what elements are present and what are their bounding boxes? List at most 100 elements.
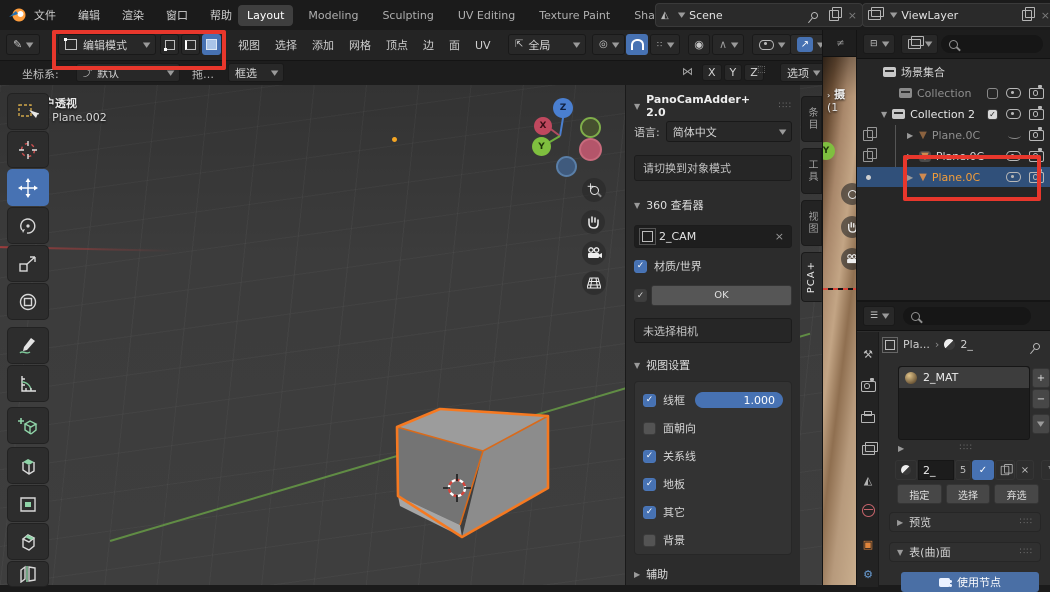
options-dropdown[interactable]: 选项▼ xyxy=(780,63,826,82)
grip-icon[interactable]: ∷∷ xyxy=(1020,547,1033,557)
edited-cube-mesh[interactable] xyxy=(380,400,560,545)
use-nodes-button[interactable]: 使用节点 xyxy=(901,572,1039,592)
active-tool-button[interactable]: ✎▼ xyxy=(6,34,40,55)
camera-view-button[interactable] xyxy=(582,241,606,265)
render-visibility-icon[interactable] xyxy=(1029,109,1044,120)
scene-name[interactable]: Scene xyxy=(689,9,806,22)
scene-selector[interactable]: ◭ ▼ Scene × xyxy=(655,3,863,27)
material-slot-list[interactable]: 2_MAT xyxy=(898,366,1030,440)
viewer-section-header[interactable]: ▼360 查看器 xyxy=(634,197,792,213)
menu-vertex[interactable]: 顶点 xyxy=(386,37,408,53)
tool-transform[interactable] xyxy=(7,283,49,320)
menu-help[interactable]: 帮助 xyxy=(210,7,232,23)
slot-specials-button[interactable]: ▼ xyxy=(1032,414,1050,434)
strip-header[interactable]: ≠ xyxy=(823,30,857,57)
menu-edge[interactable]: 边 xyxy=(423,37,434,53)
breadcrumb-material[interactable]: 2_ xyxy=(960,338,973,351)
hide-eye-icon[interactable] xyxy=(1006,88,1021,98)
addon-panel-header[interactable]: ▼ PanoCamAdder+ 2.0 ∷∷ xyxy=(634,93,792,119)
render-visibility-icon[interactable] xyxy=(1029,172,1044,183)
gizmo-x-neg-axis[interactable] xyxy=(579,138,602,161)
relationship-lines-checkbox[interactable]: ✓ xyxy=(643,450,656,463)
select-tool-dropdown[interactable]: 框选▼ xyxy=(228,63,284,82)
tool-loop-cut[interactable] xyxy=(7,561,49,587)
pivot-point-dropdown[interactable]: ◎▼ xyxy=(592,34,625,55)
tool-rotate[interactable] xyxy=(7,207,49,244)
select-button[interactable]: 选择 xyxy=(946,484,991,504)
proportional-editing-button[interactable]: ◉ xyxy=(688,34,710,55)
editor-type-dropdown[interactable]: ☰▼ xyxy=(863,306,895,326)
wireframe-checkbox[interactable]: ✓ xyxy=(643,394,656,407)
show-overlays-dropdown[interactable]: ▼ xyxy=(752,34,791,55)
exclude-checkbox[interactable] xyxy=(987,88,998,99)
ok-checkbox[interactable]: ✓ xyxy=(634,289,647,302)
outliner-display-mode-dropdown[interactable]: ⊟▼ xyxy=(863,34,895,54)
other-checkbox[interactable]: ✓ xyxy=(643,506,656,519)
strip-camera-button[interactable] xyxy=(841,248,857,270)
npanel-tab-pca[interactable]: PCA+ xyxy=(801,252,822,302)
row-plane-2[interactable]: ▶ ▼ Plane.0C xyxy=(857,146,1050,166)
mirror-x-button[interactable]: X xyxy=(702,64,722,81)
workspace-tab-modeling[interactable]: Modeling xyxy=(299,5,367,26)
tool-bevel[interactable] xyxy=(7,523,49,560)
npanel-tab-tool[interactable]: 工具 xyxy=(801,148,822,194)
gizmo-y-axis[interactable]: Y xyxy=(532,137,551,156)
surface-panel-header[interactable]: ▼ 表(曲)面 ∷∷ xyxy=(889,542,1041,562)
blender-logo-icon[interactable] xyxy=(8,6,28,24)
copy-icon[interactable] xyxy=(1022,10,1032,21)
pan-hand-button[interactable] xyxy=(581,210,605,234)
gizmo-x-axis[interactable]: X xyxy=(534,117,552,135)
close-icon[interactable]: × xyxy=(1041,9,1050,22)
menu-select[interactable]: 选择 xyxy=(275,37,297,53)
assign-button[interactable]: 指定 xyxy=(897,484,942,504)
preview-panel-header[interactable]: ▶ 预览 ∷∷ xyxy=(889,512,1041,532)
strip-gizmo-y-axis[interactable]: Y xyxy=(822,142,835,160)
tool-inset-faces[interactable] xyxy=(7,485,49,522)
view-settings-header[interactable]: ▼视图设置 xyxy=(634,357,792,373)
select-mode-face-button[interactable] xyxy=(202,34,221,55)
hide-eye-icon[interactable] xyxy=(1006,172,1021,182)
disclosure-icon[interactable]: ▶ xyxy=(907,131,913,140)
tab-tool[interactable]: ⚒ xyxy=(857,342,879,366)
tab-render[interactable] xyxy=(857,374,879,398)
tool-extrude-region[interactable] xyxy=(7,447,49,484)
chevron-down-icon[interactable]: ▼ xyxy=(890,11,898,19)
copy-icon[interactable] xyxy=(829,10,839,21)
row-collection-1[interactable]: Collection xyxy=(857,83,1050,103)
gizmo-z-axis[interactable]: Z xyxy=(553,98,573,118)
snap-toggle-button[interactable] xyxy=(626,34,648,55)
tool-select-box[interactable] xyxy=(7,93,49,130)
remove-slot-button[interactable]: − xyxy=(1032,389,1050,409)
clear-icon[interactable]: × xyxy=(775,230,784,243)
workspace-tab-uv-editing[interactable]: UV Editing xyxy=(449,5,524,26)
viewlayer-name[interactable]: ViewLayer xyxy=(901,9,1016,22)
pin-icon[interactable] xyxy=(809,10,819,20)
expand-icon[interactable]: ▶ xyxy=(898,444,904,453)
node-tree-dropdown[interactable]: ▽▼ xyxy=(1041,460,1050,480)
panel-grip[interactable]: ∷∷ xyxy=(779,101,792,111)
npanel-tab-view[interactable]: 视图 xyxy=(801,200,822,246)
tab-view-layer[interactable] xyxy=(857,438,879,462)
workspace-tab-sculpting[interactable]: Sculpting xyxy=(373,5,442,26)
language-dropdown[interactable]: 简体中文▼ xyxy=(666,121,792,142)
snap-with-dropdown[interactable]: ∷▼ xyxy=(650,34,680,55)
material-name-field[interactable]: 2_ xyxy=(918,460,954,480)
tool-move[interactable] xyxy=(7,169,49,206)
snap-path-icon[interactable]: ⬚ xyxy=(757,65,766,75)
outliner-filter-dropdown[interactable]: ▼ xyxy=(901,34,938,54)
floor-checkbox[interactable]: ✓ xyxy=(643,478,656,491)
menu-edit[interactable]: 编辑 xyxy=(78,7,100,23)
grip-icon[interactable]: ∷∷ xyxy=(959,443,972,453)
tab-output[interactable] xyxy=(857,406,879,430)
aux-section-header[interactable]: ▶辅助 xyxy=(634,566,792,582)
breadcrumb-object[interactable]: Pla... xyxy=(903,338,930,351)
wireframe-value-slider[interactable]: 1.000 xyxy=(695,392,783,408)
tab-world[interactable] xyxy=(857,498,879,522)
select-mode-vertex-button[interactable] xyxy=(160,34,179,55)
viewlayer-selector[interactable]: ▼ ViewLayer × xyxy=(862,3,1050,27)
material-world-checkbox[interactable]: ✓ xyxy=(634,260,647,273)
tab-object[interactable]: ▣ xyxy=(857,532,879,556)
menu-face[interactable]: 面 xyxy=(449,37,460,53)
tool-annotate[interactable] xyxy=(7,327,49,364)
menu-file[interactable]: 文件 xyxy=(34,7,56,23)
